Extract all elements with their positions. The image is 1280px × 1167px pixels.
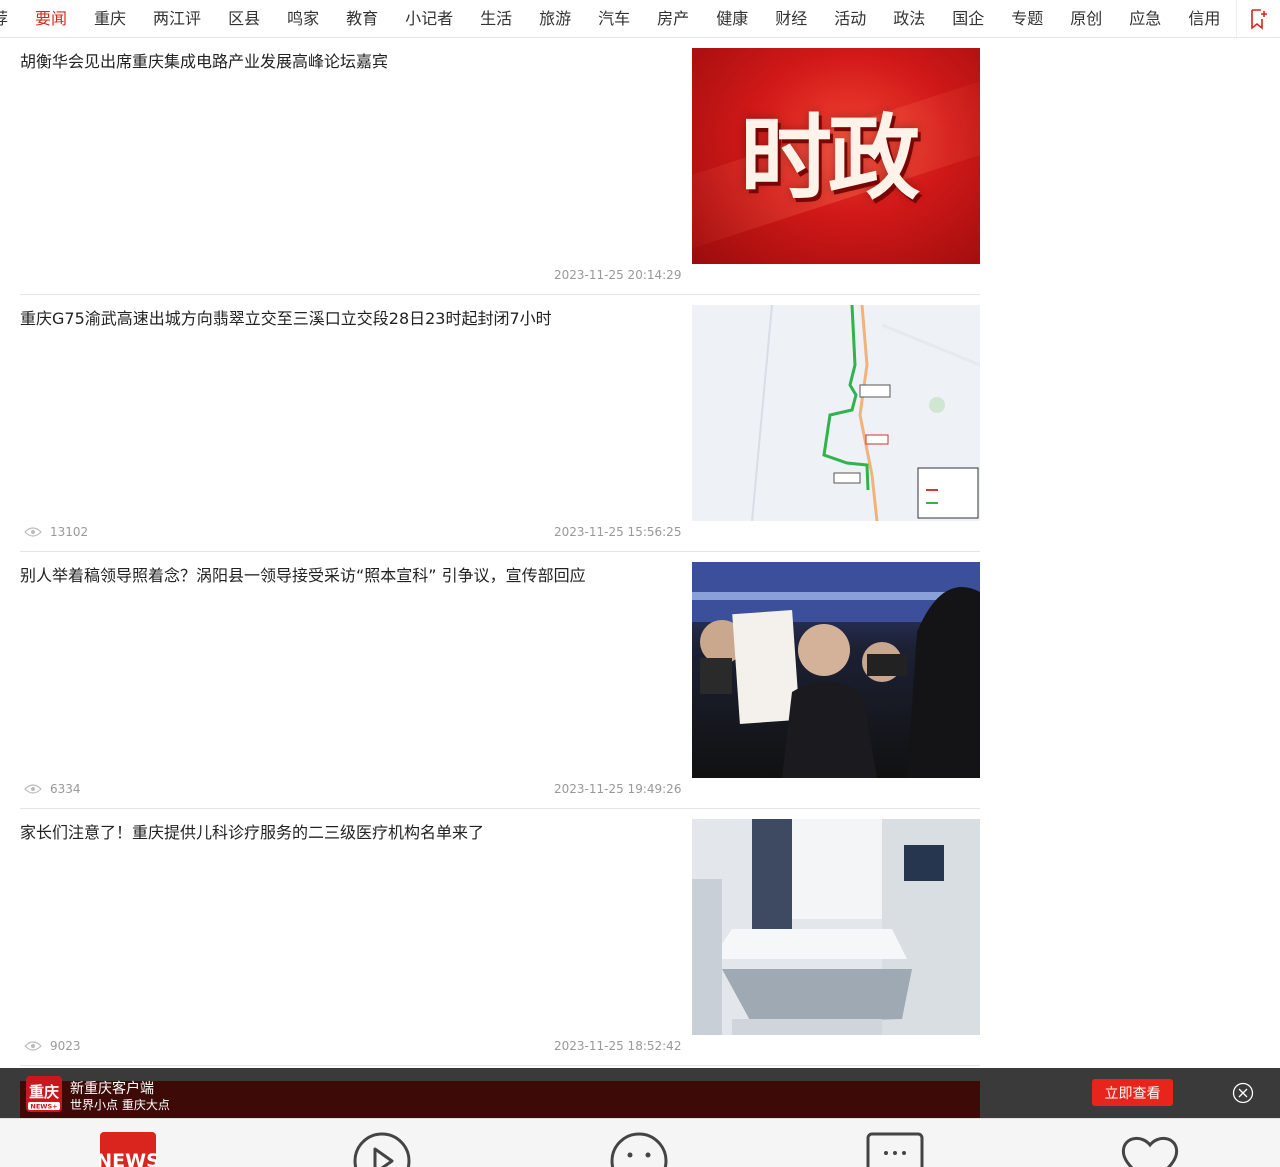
news-thumbnail[interactable]: 时政 (692, 48, 980, 264)
view-count-value: 9023 (50, 1039, 81, 1053)
app-banner[interactable]: 重庆 NEWS+ 新重庆客户端 世界小点 重庆大点 立即查看 (0, 1068, 1280, 1118)
nav-item[interactable]: 要闻 (35, 0, 67, 37)
news-thumbnail[interactable] (692, 819, 980, 1035)
nav-item[interactable]: 活动 (834, 0, 866, 37)
nav-item[interactable]: 国企 (952, 0, 984, 37)
open-app-button[interactable]: 立即查看 (1092, 1079, 1173, 1106)
news-card[interactable]: 重庆G75渝武高速出城方向翡翠立交至三溪口立交段28日23时起封闭7小时 131… (20, 295, 980, 552)
nav-item[interactable]: 教育 (346, 0, 378, 37)
bottom-tab-bar: NEWS (0, 1118, 1280, 1167)
news-thumbnail[interactable] (692, 305, 980, 521)
news-time: 2023-11-25 19:49:26 (554, 782, 682, 796)
heart-icon (1121, 1137, 1179, 1167)
eye-icon (24, 1041, 42, 1051)
nav-item[interactable]: 应急 (1129, 0, 1161, 37)
view-count: 9023 (24, 1039, 81, 1053)
tab-message[interactable] (865, 1131, 925, 1167)
nav-item[interactable]: 财经 (775, 0, 807, 37)
close-icon (1232, 1082, 1254, 1104)
news-time: 2023-11-25 20:14:29 (554, 268, 682, 282)
nav-track: 荐要闻重庆两江评区县鸣家教育小记者生活旅游汽车房产健康财经活动政法国企专题原创应… (0, 0, 1247, 37)
nav-item[interactable]: 政法 (893, 0, 925, 37)
map-image (692, 305, 980, 521)
nav-item[interactable]: 区县 (228, 0, 260, 37)
nav-item[interactable]: 重庆 (94, 0, 126, 37)
nav-item[interactable]: 专题 (1011, 0, 1043, 37)
nav-item[interactable]: 健康 (716, 0, 748, 37)
news-card[interactable]: 别人举着稿领导照着念？涡阳县一领导接受采访“照本宣科” 引争议，宣传部回应 63… (20, 552, 980, 809)
eye-icon (24, 784, 42, 794)
tab-news[interactable]: NEWS (96, 1131, 160, 1167)
news-title[interactable]: 别人举着稿领导照着念？涡阳县一领导接受采访“照本宣科” 引争议，宣传部回应 (20, 564, 670, 588)
news-title[interactable]: 重庆G75渝武高速出城方向翡翠立交至三溪口立交段28日23时起封闭7小时 (20, 307, 670, 331)
news-title[interactable]: 家长们注意了！重庆提供儿科诊疗服务的二三级医疗机构名单来了 (20, 821, 670, 845)
thumb-text: 时政 (740, 104, 920, 212)
news-icon: NEWS (96, 1132, 160, 1167)
nav-item[interactable]: 小记者 (405, 0, 453, 37)
nav-item[interactable]: 两江评 (153, 0, 201, 37)
tab-interact[interactable] (609, 1131, 669, 1167)
logo-text: 重庆 (29, 1083, 59, 1101)
nav-item[interactable]: 荐 (0, 0, 8, 37)
nav-item[interactable]: 原创 (1070, 0, 1102, 37)
nav-item[interactable]: 信用 (1188, 0, 1220, 37)
view-count: 6334 (24, 782, 81, 796)
app-logo: 重庆 NEWS+ (26, 1076, 62, 1112)
nav-item[interactable]: 汽车 (598, 0, 630, 37)
news-time: 2023-11-25 18:52:42 (554, 1039, 682, 1053)
banner-title: 新重庆客户端 (70, 1081, 154, 1097)
nav-more-button[interactable] (1236, 0, 1280, 37)
nav-item[interactable]: 旅游 (539, 0, 571, 37)
eye-icon (24, 527, 42, 537)
view-count-value: 6334 (50, 782, 81, 796)
bookmark-plus-icon (1250, 9, 1267, 30)
tab-video[interactable] (352, 1131, 412, 1167)
view-count-value: 13102 (50, 525, 89, 539)
nav-item[interactable]: 鸣家 (287, 0, 319, 37)
play-icon (353, 1132, 411, 1167)
news-feed: 胡衡华会见出席重庆集成电路产业发展高峰论坛嘉宾 2023-11-25 20:14… (20, 38, 980, 1066)
news-icon-label: NEWS (99, 1150, 157, 1167)
news-thumbnail[interactable] (692, 562, 980, 778)
smile-icon (610, 1132, 668, 1167)
view-count: 13102 (24, 525, 88, 539)
top-nav: 荐要闻重庆两江评区县鸣家教育小记者生活旅游汽车房产健康财经活动政法国企专题原创应… (0, 0, 1280, 38)
room-image (692, 819, 980, 1035)
banner-subtitle: 世界小点 重庆大点 (70, 1098, 170, 1112)
nav-item[interactable]: 房产 (657, 0, 689, 37)
news-title[interactable]: 胡衡华会见出席重庆集成电路产业发展高峰论坛嘉宾 (20, 50, 670, 74)
nav-item[interactable]: 生活 (480, 0, 512, 37)
close-banner-button[interactable] (1232, 1082, 1254, 1104)
chat-icon (866, 1132, 924, 1167)
news-time: 2023-11-25 15:56:25 (554, 525, 682, 539)
logo-sub-text: NEWS+ (30, 1103, 57, 1111)
tab-favorite[interactable] (1118, 1131, 1179, 1167)
news-card[interactable]: 家长们注意了！重庆提供儿科诊疗服务的二三级医疗机构名单来了 9023 2023-… (20, 809, 980, 1066)
news-card[interactable]: 胡衡华会见出席重庆集成电路产业发展高峰论坛嘉宾 2023-11-25 20:14… (20, 38, 980, 295)
photo-image (692, 562, 980, 778)
